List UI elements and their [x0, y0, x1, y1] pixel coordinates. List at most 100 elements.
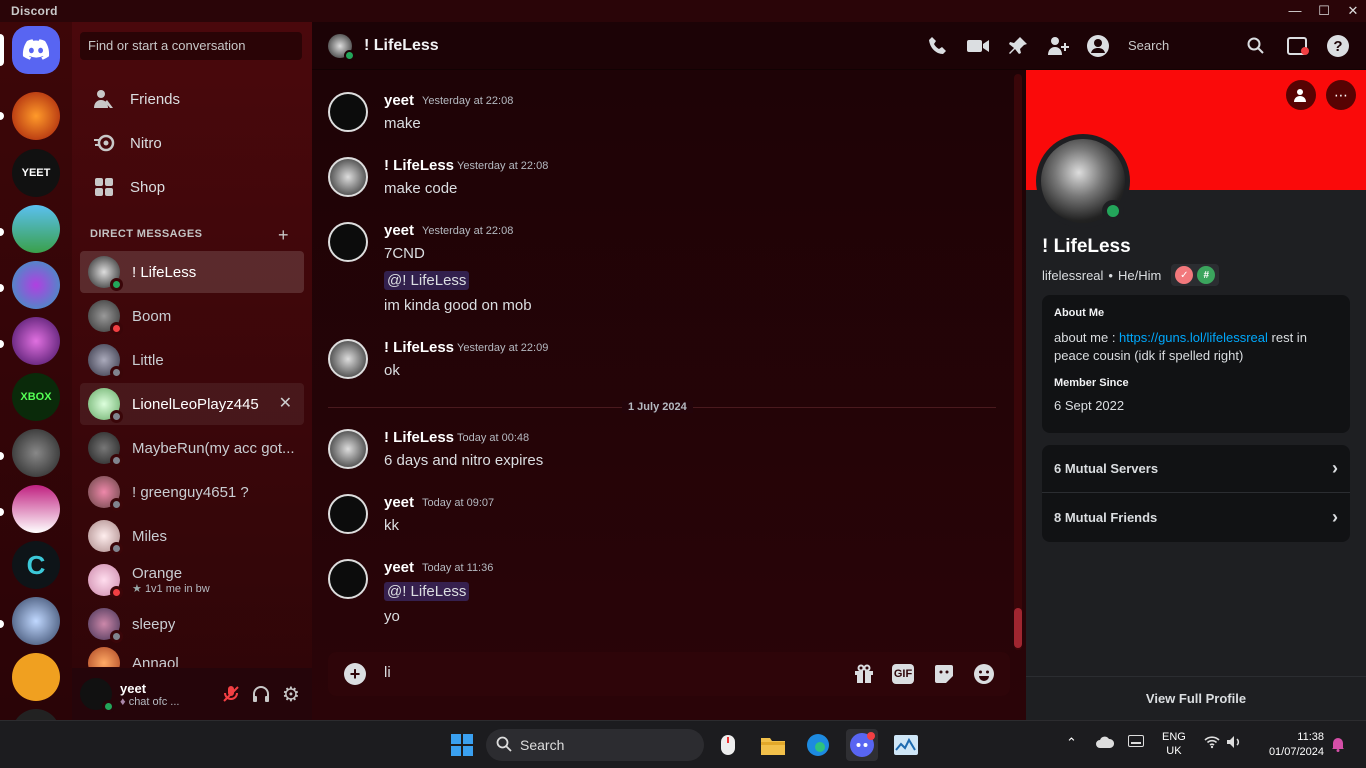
profile-avatar[interactable]: [1036, 134, 1130, 228]
message-author[interactable]: yeet: [384, 92, 414, 109]
server-icon-6[interactable]: XBOX: [12, 373, 60, 421]
video-call-icon[interactable]: [966, 34, 990, 58]
server-icon-12[interactable]: [12, 709, 60, 720]
windows-start-icon[interactable]: [446, 729, 478, 761]
file-explorer-icon[interactable]: [757, 729, 789, 761]
message-avatar[interactable]: [328, 494, 368, 534]
message-input[interactable]: li: [384, 664, 391, 681]
find-conversation-input[interactable]: Find or start a conversation: [80, 32, 302, 60]
server-icon-3[interactable]: [12, 205, 60, 253]
nav-nitro[interactable]: Nitro: [80, 122, 304, 164]
language-indicator[interactable]: ENG UK: [1162, 730, 1186, 758]
notification-bell-icon[interactable]: [1330, 736, 1346, 755]
close-window-button[interactable]: ✕: [1338, 2, 1366, 20]
add-friends-to-dm-icon[interactable]: [1046, 34, 1070, 58]
volume-icon[interactable]: [1226, 735, 1242, 752]
message-avatar[interactable]: [328, 559, 368, 599]
message-avatar[interactable]: [328, 222, 368, 262]
gift-icon[interactable]: [852, 662, 876, 686]
member-since-title: Member Since: [1054, 377, 1129, 389]
server-icon-5[interactable]: [12, 317, 60, 365]
dm-item[interactable]: ! greenguy4651 ?: [80, 471, 304, 513]
message-author[interactable]: yeet: [384, 494, 414, 511]
mouse-app-icon[interactable]: [712, 729, 744, 761]
mutual-servers-row[interactable]: 6 Mutual Servers ›: [1042, 445, 1350, 493]
task-manager-icon[interactable]: [890, 729, 922, 761]
message-author[interactable]: yeet: [384, 222, 414, 239]
headphones-icon[interactable]: [246, 679, 276, 709]
user-mention[interactable]: @! LifeLess: [384, 582, 470, 601]
home-button[interactable]: [12, 26, 60, 74]
discord-taskbar-icon[interactable]: [846, 729, 878, 761]
dm-item[interactable]: Miles: [80, 515, 304, 557]
dm-item[interactable]: Annaol: [80, 647, 304, 667]
dm-item[interactable]: Orange ★ 1v1 me in bw: [80, 559, 304, 601]
message-avatar[interactable]: [328, 92, 368, 132]
server-icon-4[interactable]: [12, 261, 60, 309]
scrollbar-thumb[interactable]: [1014, 608, 1022, 648]
message-author[interactable]: ! LifeLess: [384, 157, 454, 174]
create-dm-plus-icon[interactable]: +: [278, 225, 289, 246]
message: yeet Yesterday at 22:08 7CND @! LifeLess…: [328, 222, 998, 318]
message-avatar[interactable]: [328, 339, 368, 379]
server-icon-2[interactable]: YEET: [12, 149, 60, 197]
minimize-button[interactable]: —: [1280, 2, 1310, 20]
dm-item[interactable]: sleepy: [80, 603, 304, 645]
sticker-icon[interactable]: [932, 662, 956, 686]
user-mention[interactable]: @! LifeLess: [384, 271, 470, 290]
server-icon-9[interactable]: C: [12, 541, 60, 589]
mutual-friends-row[interactable]: 8 Mutual Friends ›: [1042, 493, 1350, 541]
message-author[interactable]: ! LifeLess: [384, 429, 454, 446]
server-icon-10[interactable]: [12, 597, 60, 645]
dm-item[interactable]: MaybeRun(my acc got...: [80, 427, 304, 469]
server-icon-7[interactable]: [12, 429, 60, 477]
dm-item[interactable]: ! LifeLess: [80, 251, 304, 293]
avatar: [88, 432, 123, 467]
keyboard-icon[interactable]: [1128, 735, 1144, 750]
about-link[interactable]: https://guns.lol/lifelessreal: [1119, 330, 1268, 345]
mute-mic-icon[interactable]: [216, 679, 246, 709]
inbox-icon[interactable]: [1286, 34, 1310, 58]
server-rail: YEET XBOX C: [0, 22, 72, 720]
message: yeet Today at 11:36 @! LifeLess yo: [328, 559, 998, 629]
message-author[interactable]: yeet: [384, 559, 414, 576]
more-options-icon[interactable]: ⋯: [1326, 80, 1356, 110]
dm-item[interactable]: Little: [80, 339, 304, 381]
cloud-sync-icon[interactable]: [1096, 735, 1115, 752]
pinned-messages-icon[interactable]: [1006, 34, 1030, 58]
user-profile-icon[interactable]: [1086, 34, 1110, 58]
view-full-profile-button[interactable]: View Full Profile: [1026, 676, 1366, 720]
voice-call-icon[interactable]: [926, 34, 950, 58]
message-avatar[interactable]: [328, 429, 368, 469]
close-dm-icon[interactable]: ✕: [279, 393, 292, 413]
search-icon[interactable]: [1244, 34, 1268, 58]
taskbar-search[interactable]: Search: [486, 729, 704, 761]
nav-shop[interactable]: Shop: [80, 166, 304, 208]
tray-overflow-chevron-icon[interactable]: ⌃: [1066, 735, 1077, 751]
dm-item[interactable]: Boom: [80, 295, 304, 337]
header-search-input[interactable]: Search: [1122, 34, 1262, 58]
server-icon-8[interactable]: [12, 485, 60, 533]
help-icon[interactable]: ?: [1326, 34, 1350, 58]
upload-plus-icon[interactable]: +: [344, 663, 366, 685]
add-friend-icon[interactable]: [1286, 80, 1316, 110]
clock[interactable]: 11:38 01/07/2024: [1258, 730, 1324, 760]
message: ! LifeLess Yesterday at 22:09 ok: [328, 339, 998, 383]
server-icon-1[interactable]: [12, 92, 60, 140]
scrollbar-track[interactable]: [1014, 74, 1022, 650]
hashtag-badge-icon[interactable]: #: [1197, 266, 1216, 284]
edge-browser-icon[interactable]: [802, 729, 834, 761]
user-avatar[interactable]: [80, 678, 115, 713]
wifi-icon[interactable]: [1204, 735, 1220, 752]
server-icon-11[interactable]: [12, 653, 60, 701]
message-avatar[interactable]: [328, 157, 368, 197]
message-author[interactable]: ! LifeLess: [384, 339, 454, 356]
maximize-button[interactable]: ☐: [1309, 2, 1339, 20]
nav-friends[interactable]: Friends: [80, 78, 304, 120]
gif-button[interactable]: GIF: [892, 664, 914, 684]
settings-gear-icon[interactable]: ⚙: [276, 679, 306, 709]
dm-item[interactable]: LionelLeoPlayz445 ✕: [80, 383, 304, 425]
emoji-icon[interactable]: [972, 662, 996, 686]
message-composer[interactable]: + li GIF: [328, 652, 1010, 696]
heart-badge-icon[interactable]: ✓: [1175, 266, 1194, 284]
